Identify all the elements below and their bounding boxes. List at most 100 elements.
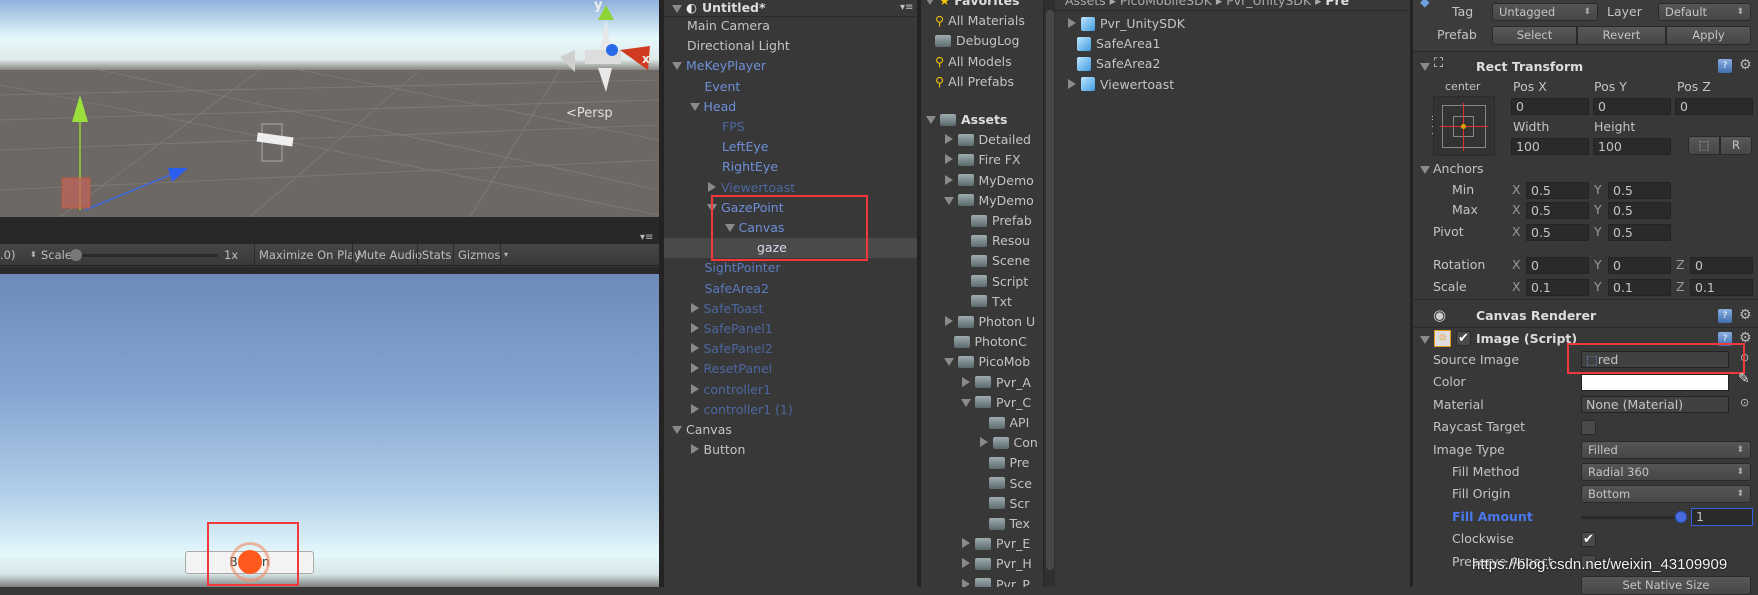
asset-item[interactable]: Viewertoast (1067, 75, 1174, 95)
collapsed-arrow-icon[interactable] (944, 134, 953, 145)
gear-icon[interactable]: ⚙ (1739, 331, 1752, 345)
image-collapse-arrow-icon[interactable] (1420, 336, 1430, 344)
favorites-item[interactable]: ⚲ All Materials (935, 11, 1025, 31)
asset-folder-item[interactable]: Sce (979, 474, 1032, 494)
hierarchy-item[interactable]: controller1 (690, 380, 771, 400)
collapsed-arrow-icon[interactable] (690, 444, 699, 455)
breadcrumb-item[interactable]: Pvr_UnitySDK (1226, 0, 1311, 8)
asset-folder-item[interactable]: Assets (926, 110, 1007, 130)
prefab-revert-button[interactable]: Revert (1577, 26, 1666, 45)
game-view[interactable]: Button (0, 267, 659, 587)
object-picker-icon[interactable]: ⊙ (1740, 396, 1749, 409)
collapsed-arrow-icon[interactable] (708, 181, 716, 192)
asset-folder-item[interactable]: Script (961, 272, 1028, 292)
expanded-arrow-icon[interactable] (672, 62, 682, 71)
collapsed-arrow-icon[interactable] (1068, 18, 1076, 28)
width-field[interactable]: 100 (1511, 138, 1589, 155)
hierarchy-item[interactable]: SafeArea2 (705, 279, 769, 299)
collapsed-arrow-icon[interactable] (962, 376, 970, 387)
image-type-dropdown[interactable]: Filled ⬍ (1581, 441, 1751, 459)
max-x-field[interactable]: 0.5 (1526, 202, 1589, 219)
prefab-apply-button[interactable]: Apply (1666, 26, 1751, 45)
set-native-size-button[interactable]: Set Native Size (1581, 576, 1751, 595)
hierarchy-item[interactable]: Head (689, 97, 736, 117)
anchors-collapse-arrow-icon[interactable] (1420, 166, 1430, 174)
rot-x-field[interactable]: 0 (1526, 257, 1589, 274)
expanded-arrow-icon[interactable] (689, 102, 700, 111)
hierarchy-item[interactable]: gaze (757, 238, 787, 258)
collapsed-arrow-icon[interactable] (944, 174, 953, 185)
fill-amount-slider[interactable] (1581, 516, 1681, 519)
rot-z-field[interactable]: 0 (1690, 257, 1753, 274)
fill-origin-dropdown[interactable]: Bottom ⬍ (1581, 485, 1751, 503)
asset-item[interactable]: SafeArea1 (1067, 34, 1160, 54)
material-field[interactable]: None (Material) (1581, 396, 1729, 413)
stats-toggle[interactable]: Stats (417, 244, 451, 266)
scale-y-field[interactable]: 0.1 (1608, 279, 1671, 296)
pivot-y-field[interactable]: 0.5 (1608, 224, 1671, 241)
collapsed-arrow-icon[interactable] (690, 323, 699, 333)
layer-dropdown[interactable]: Default ⬍ (1658, 3, 1751, 21)
aspect-dropdown[interactable]: .0) (0, 244, 15, 266)
collapsed-arrow-icon[interactable] (690, 363, 699, 374)
anchor-presets-button[interactable] (1433, 96, 1495, 156)
hierarchy-item[interactable]: SightPointer (705, 258, 781, 278)
hierarchy-item[interactable]: Event (705, 77, 741, 97)
favorites-header[interactable]: ★ Favorites (925, 0, 1020, 11)
tag-dropdown[interactable]: Untagged ⬍ (1492, 3, 1598, 21)
fill-amount-field[interactable]: 1 (1691, 508, 1753, 526)
favorites-item[interactable]: ⚲ All Prefabs (935, 72, 1014, 92)
hierarchy-item[interactable]: LeftEye (722, 137, 769, 157)
collapsed-arrow-icon[interactable] (944, 316, 953, 326)
collapsed-arrow-icon[interactable] (962, 578, 970, 587)
asset-folder-item[interactable]: API (979, 413, 1029, 433)
maximize-on-play-toggle[interactable]: Maximize On Play (254, 244, 361, 266)
asset-folder-item[interactable]: Pvr_A (961, 373, 1031, 393)
collapsed-arrow-icon[interactable] (690, 302, 699, 313)
expanded-arrow-icon[interactable] (943, 358, 954, 367)
favorites-item[interactable]: DebugLog (935, 31, 1019, 51)
hierarchy-item[interactable]: Button (690, 440, 745, 460)
asset-folder-item[interactable]: Fire FX (944, 150, 1021, 170)
collapsed-arrow-icon[interactable] (690, 403, 699, 414)
hierarchy-item[interactable]: controller1 (1) (690, 400, 793, 420)
source-image-field[interactable]: ⬚red (1581, 351, 1729, 368)
fill-method-dropdown[interactable]: Radial 360 ⬍ (1581, 463, 1751, 481)
scale-slider[interactable] (78, 254, 218, 257)
rot-y-field[interactable]: 0 (1608, 257, 1671, 274)
min-y-field[interactable]: 0.5 (1608, 182, 1671, 199)
expanded-arrow-icon[interactable] (672, 426, 682, 434)
collapsed-arrow-icon[interactable] (979, 437, 988, 448)
collapsed-arrow-icon[interactable] (690, 383, 699, 394)
expanded-arrow-icon[interactable] (724, 224, 735, 232)
asset-folder-item[interactable]: Pvr_P (961, 575, 1030, 587)
hierarchy-menu-icon[interactable]: ▾≡ (900, 2, 913, 13)
raw-edit-button[interactable]: R (1720, 136, 1752, 155)
hierarchy-item[interactable]: MeKeyPlayer (672, 56, 766, 76)
asset-folder-item[interactable]: Pre (979, 453, 1029, 473)
clockwise-checkbox[interactable]: ✔ (1581, 532, 1596, 547)
hierarchy-item[interactable]: Main Camera (687, 16, 770, 36)
scrollbar-thumb[interactable] (1046, 10, 1054, 570)
expanded-arrow-icon[interactable] (707, 203, 717, 212)
asset-folder-item[interactable]: MyDemo (943, 191, 1034, 211)
help-icon[interactable]: ? (1718, 309, 1732, 323)
asset-folder-item[interactable]: Detailed (944, 130, 1031, 150)
breadcrumb-item[interactable]: Pre (1325, 0, 1349, 8)
rect-transform-collapse-arrow-icon[interactable] (1420, 63, 1430, 71)
gizmos-toggle[interactable]: Gizmos (453, 244, 500, 266)
hierarchy-item[interactable]: FPS (722, 117, 745, 137)
asset-folder-item[interactable]: Prefab (961, 211, 1032, 231)
scale-x-field[interactable]: 0.1 (1526, 279, 1589, 296)
favorites-item[interactable]: ⚲ All Models (935, 52, 1012, 72)
hierarchy-item[interactable]: ResetPanel (690, 359, 772, 379)
scale-slider-handle[interactable] (70, 249, 82, 261)
asset-folder-item[interactable]: Txt (961, 292, 1012, 312)
scene-collapse-arrow-icon[interactable] (672, 5, 682, 13)
asset-folder-item[interactable]: Pvr_H (961, 554, 1032, 574)
hierarchy-item[interactable]: SafePanel2 (690, 339, 773, 359)
hierarchy-item[interactable]: SafePanel1 (690, 319, 773, 339)
project-tree-scrollbar[interactable] (1043, 0, 1055, 587)
pos-y-field[interactable]: 0 (1593, 98, 1671, 115)
color-field[interactable] (1581, 374, 1729, 391)
